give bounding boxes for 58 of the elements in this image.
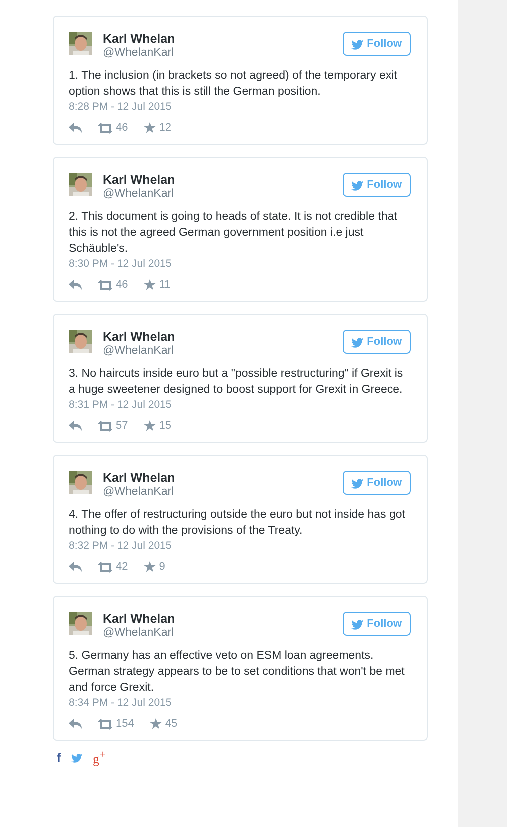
star-icon[interactable] (144, 122, 156, 134)
reply-icon[interactable] (69, 562, 82, 572)
retweet-count: 57 (116, 420, 128, 432)
tweet-text: 5. Germany has an effective veto on ESM loan agreements. German strategy appears to be to set conditions that won't be met and force Grexit. (69, 649, 406, 696)
favorite-count: 11 (159, 279, 171, 291)
author-handle: @WhelanKarl (103, 344, 176, 358)
retweet-icon[interactable] (98, 420, 113, 432)
twitter-share-icon[interactable] (71, 753, 83, 764)
follow-button[interactable]: Follow (343, 330, 411, 354)
favorite-count: 9 (159, 561, 166, 573)
star-icon[interactable] (150, 718, 162, 730)
follow-button[interactable]: Follow (343, 32, 411, 56)
star-icon[interactable] (144, 420, 156, 432)
twitter-bird-icon (351, 180, 364, 190)
star-icon[interactable] (144, 279, 156, 291)
facebook-link[interactable]: f (57, 751, 61, 766)
twitter-bird-icon (351, 618, 364, 630)
tweet-timestamp[interactable]: 8:32 PM - 12 Jul 2015 (69, 539, 411, 553)
reply-icon[interactable] (69, 280, 82, 290)
favorite-count: 15 (159, 420, 172, 432)
retweet-icon[interactable] (98, 562, 113, 572)
retweet-icon[interactable] (98, 718, 113, 730)
tweet-text: 3. No haircuts inside euro but a "possible restructuring" if Grexit is a huge sweetener designed to boost support for Grexit in Greece. (69, 367, 404, 398)
author-name: Karl Whelan (103, 330, 176, 344)
tweet-text: 2. This document is going to heads of state. It is not credible that this is not the agreed German government position i.e just Schäuble's. (69, 210, 398, 257)
tweet-text: 4. The offer of restructuring outside the euro but not inside has got nothing to do with the provisions of the Treaty. (69, 508, 406, 539)
twitter-bird-icon (351, 38, 364, 50)
author-name: Karl Whelan (103, 612, 176, 626)
follow-button[interactable]: Follow (343, 173, 411, 197)
author-handle: @WhelanKarl (103, 187, 176, 201)
retweet-count: 46 (116, 122, 128, 134)
tweet-timestamp[interactable]: 8:28 PM - 12 Jul 2015 (69, 100, 411, 114)
author-name: Karl Whelan (103, 173, 176, 187)
retweet-count: 42 (116, 561, 128, 573)
author-name: Karl Whelan (103, 471, 176, 485)
favorite-count: 45 (165, 718, 178, 730)
follow-button[interactable]: Follow (343, 612, 411, 636)
author-handle: @WhelanKarl (103, 46, 176, 60)
author-name: Karl Whelan (103, 32, 176, 46)
retweet-icon[interactable] (98, 280, 113, 290)
google-plus-link[interactable]: g$^{+}$ (93, 749, 106, 768)
favorite-count: 12 (159, 122, 172, 134)
tweet-text: 1. The inclusion (in brackets so not agreed) of the temporary exit option shows that this is still the German position. (69, 69, 398, 100)
twitter-bird-icon (351, 336, 364, 348)
retweet-icon[interactable] (98, 122, 113, 134)
retweet-count: 154 (116, 718, 134, 730)
retweet-count: 46 (116, 279, 128, 291)
twitter-bird-icon (351, 478, 364, 488)
reply-icon[interactable] (69, 123, 82, 133)
tweet-timestamp[interactable]: 8:34 PM - 12 Jul 2015 (69, 696, 411, 710)
tweet-timestamp[interactable]: 8:30 PM - 12 Jul 2015 (69, 257, 411, 271)
reply-icon[interactable] (69, 421, 82, 431)
author-handle: @WhelanKarl (103, 626, 176, 640)
author-handle: @WhelanKarl (103, 485, 176, 499)
follow-button[interactable]: Follow (343, 471, 411, 495)
tweet-timestamp[interactable]: 8:31 PM - 12 Jul 2015 (69, 398, 411, 412)
reply-icon[interactable] (69, 719, 82, 729)
star-icon[interactable] (144, 561, 156, 573)
